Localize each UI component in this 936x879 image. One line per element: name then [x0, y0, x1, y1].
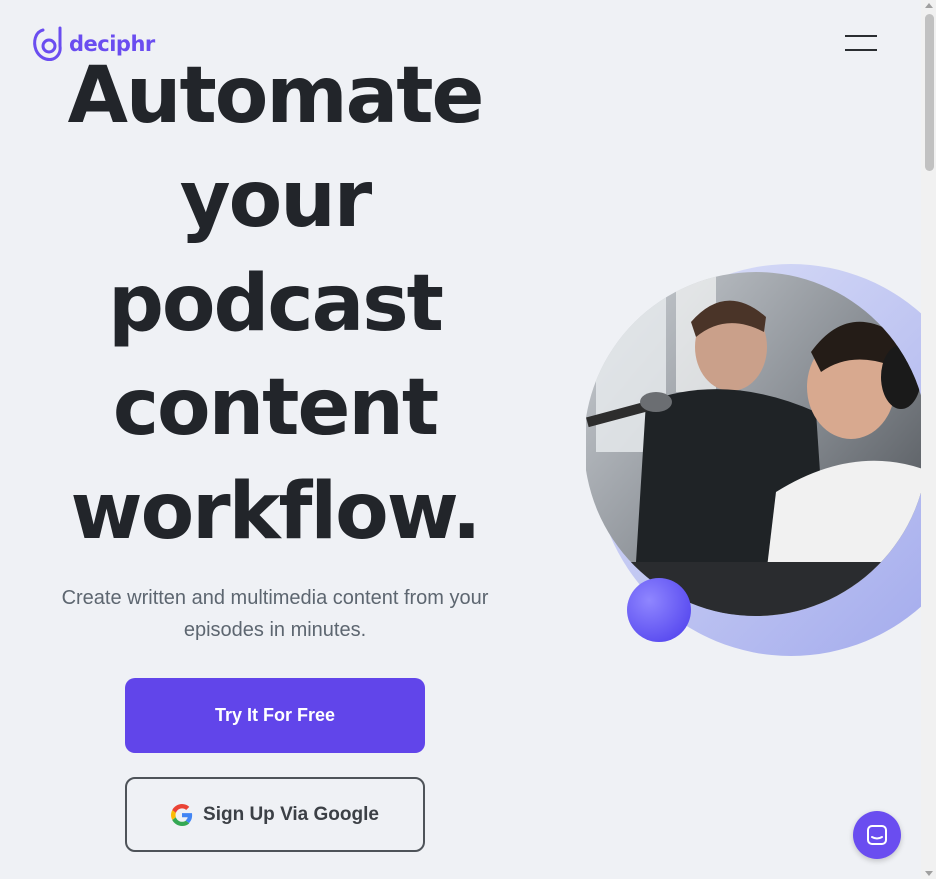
try-free-button[interactable]: Try It For Free — [125, 678, 425, 753]
headline-line-4: content — [112, 363, 439, 453]
chat-widget-button[interactable] — [853, 811, 901, 859]
scroll-down-icon[interactable] — [925, 871, 933, 876]
page-scrollbar[interactable] — [921, 0, 936, 879]
hamburger-icon — [845, 35, 877, 37]
headline-line-5: workflow. — [70, 467, 482, 557]
scroll-thumb[interactable] — [925, 14, 934, 171]
google-icon — [171, 803, 193, 826]
headline-line-3: podcast — [108, 259, 444, 349]
headline-line-2: your — [179, 155, 372, 245]
decorative-ball — [627, 578, 691, 642]
hero-illustration — [586, 262, 921, 660]
google-signup-button[interactable]: Sign Up Via Google — [125, 777, 425, 852]
headline-line-1: Automate — [67, 51, 485, 141]
google-signup-label: Sign Up Via Google — [203, 803, 379, 825]
hero-subtitle: Create written and multimedia content fr… — [61, 587, 489, 641]
menu-button[interactable] — [845, 34, 877, 54]
chat-icon — [867, 825, 887, 845]
scroll-up-icon[interactable] — [925, 3, 933, 8]
hero-headline: Automate your podcast content workflow. — [25, 44, 525, 564]
